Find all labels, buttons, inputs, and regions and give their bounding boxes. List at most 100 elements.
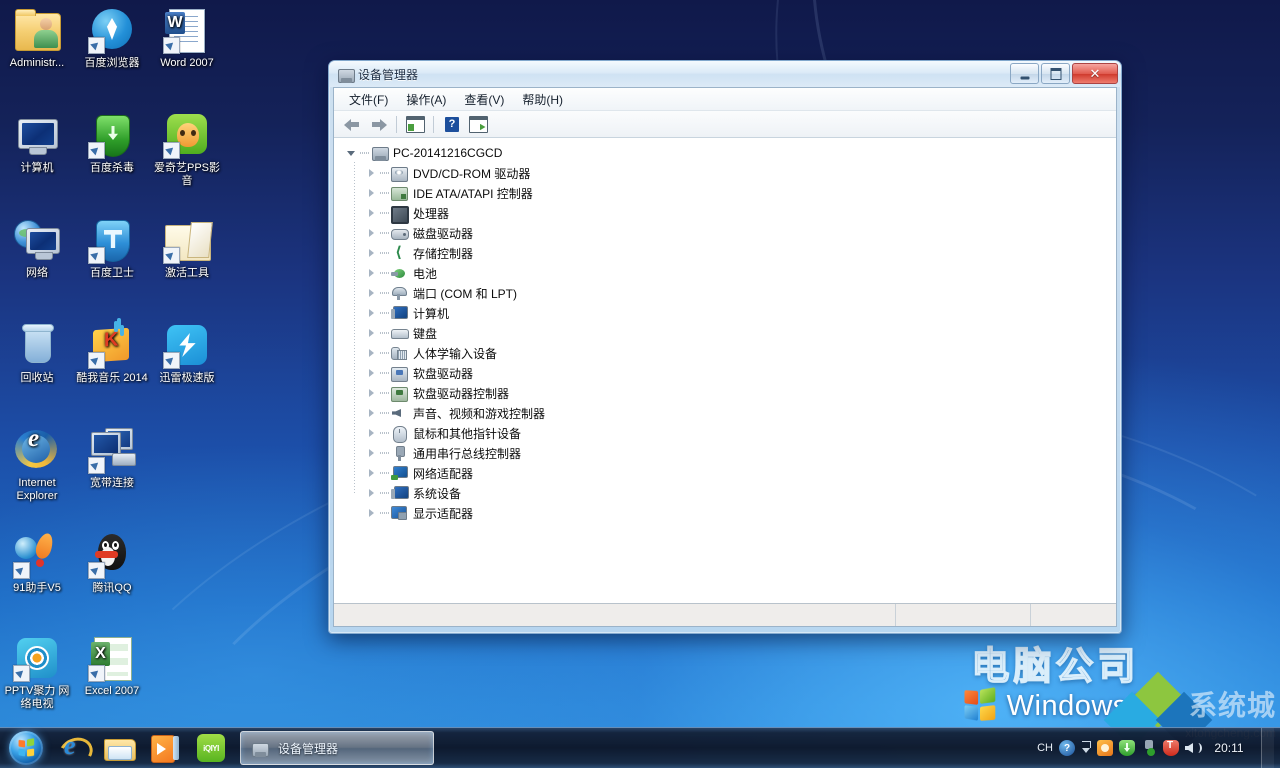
desktop-icon-thunder[interactable]: 迅雷极速版 — [150, 321, 224, 385]
tree-node-dvd[interactable]: DVD/CD-ROM 驱动器 — [342, 163, 1116, 183]
expand-triangle-icon[interactable] — [366, 248, 377, 259]
expand-triangle-icon[interactable] — [366, 348, 377, 359]
windows-brand-text: Windows 7 — [1007, 690, 1148, 723]
expand-triangle-icon[interactable] — [366, 388, 377, 399]
tree-node-ports[interactable]: 端口 (COM 和 LPT) — [342, 283, 1116, 303]
help-button[interactable]: ? — [440, 113, 464, 135]
desktop-icon-baidu-antivirus[interactable]: 百度杀毒 — [75, 111, 149, 175]
quicklaunch-media-player[interactable] — [142, 730, 188, 766]
expand-triangle-icon[interactable] — [366, 188, 377, 199]
quicklaunch-iqiyi[interactable] — [188, 730, 234, 766]
expand-triangle-icon[interactable] — [366, 168, 377, 179]
expand-triangle-icon[interactable] — [366, 408, 377, 419]
tree-node-floppy-controllers[interactable]: 软盘驱动器控制器 — [342, 383, 1116, 403]
show-hidden-icons-chevron-icon[interactable] — [1081, 741, 1091, 755]
tree-node-storage-controllers[interactable]: ⟨ 存储控制器 — [342, 243, 1116, 263]
expand-triangle-icon[interactable] — [346, 148, 357, 159]
tree-node-battery[interactable]: 电池 — [342, 263, 1116, 283]
assistant91-icon — [13, 531, 61, 579]
expand-triangle-icon[interactable] — [366, 228, 377, 239]
tree-node-hid[interactable]: 人体学输入设备 — [342, 343, 1116, 363]
baidu-antivirus-shield-icon[interactable] — [1119, 740, 1135, 756]
desktop-icon-baidu-guard[interactable]: 百度卫士 — [75, 216, 149, 280]
tree-node-computer[interactable]: 计算机 — [342, 303, 1116, 323]
back-button[interactable] — [340, 113, 364, 135]
properties-button[interactable] — [403, 113, 427, 135]
fox-app-icon[interactable] — [1097, 740, 1113, 756]
tree-root-node[interactable]: PC-20141216CGCD — [342, 143, 1116, 163]
desktop-icon-iqiyi-pps[interactable]: 爱奇艺PPS影音 — [150, 111, 224, 188]
desktop-icon-internet-explorer[interactable]: Internet Explorer — [0, 426, 74, 503]
maximize-button[interactable] — [1041, 63, 1070, 84]
desktop-icon-recycle-bin[interactable]: 回收站 — [0, 321, 74, 385]
expand-triangle-icon[interactable] — [366, 428, 377, 439]
device-manager-window[interactable]: 设备管理器 ✕ 文件(F) 操作(A) 查看(V) 帮助(H) ? — [328, 60, 1122, 634]
tree-node-keyboards[interactable]: 键盘 — [342, 323, 1116, 343]
tree-node-mice[interactable]: 鼠标和其他指针设备 — [342, 423, 1116, 443]
tree-node-system-devices[interactable]: 系统设备 — [342, 483, 1116, 503]
tree-node-disk-drives[interactable]: 磁盘驱动器 — [342, 223, 1116, 243]
desktop-icon-excel-2007[interactable]: Excel 2007 — [75, 634, 149, 698]
desktop[interactable]: Administr... 百度浏览器 Word 2007 计算机 百度杀毒 — [0, 0, 1280, 768]
expand-triangle-icon[interactable] — [366, 508, 377, 519]
desktop-icon-pptv[interactable]: PPTV聚力 网络电视 — [0, 634, 74, 711]
volume-speaker-icon[interactable] — [1185, 740, 1201, 756]
expand-triangle-icon[interactable] — [366, 448, 377, 459]
taskbar-button-device-manager[interactable]: 设备管理器 — [240, 731, 434, 765]
security-shield-icon[interactable] — [1163, 740, 1179, 756]
tree-node-floppy-drives[interactable]: 软盘驱动器 — [342, 363, 1116, 383]
start-button[interactable] — [2, 729, 50, 767]
watermark-diamond — [1130, 672, 1187, 729]
desktop-branding: 电脑公司 Windows 7 — [963, 644, 1148, 723]
expand-triangle-icon[interactable] — [366, 308, 377, 319]
expand-triangle-icon[interactable] — [366, 208, 377, 219]
taskbar[interactable]: 设备管理器 CH ? 20:11 — [0, 727, 1280, 768]
desktop-icon-activation-tool[interactable]: 激活工具 — [150, 216, 224, 280]
computer-icon — [391, 305, 408, 321]
tree-node-display-adapters[interactable]: 显示适配器 — [342, 503, 1116, 523]
desktop-icon-label: 迅雷极速版 — [150, 372, 224, 385]
language-indicator[interactable]: CH — [1037, 742, 1053, 754]
expand-triangle-icon[interactable] — [366, 368, 377, 379]
show-hide-console-tree-button[interactable] — [466, 113, 490, 135]
usb-safely-remove-icon[interactable] — [1141, 740, 1157, 756]
expand-triangle-icon[interactable] — [366, 268, 377, 279]
quicklaunch-windows-explorer[interactable] — [96, 730, 142, 766]
desktop-icon-network[interactable]: 网络 — [0, 216, 74, 280]
windows-brand: Windows 7 — [963, 690, 1148, 723]
tree-node-processor[interactable]: 处理器 — [342, 203, 1116, 223]
tree-node-ide-controller[interactable]: IDE ATA/ATAPI 控制器 — [342, 183, 1116, 203]
desktop-icon-91-assistant[interactable]: 91助手V5 — [0, 531, 74, 595]
desktop-icon-administrator[interactable]: Administr... — [0, 6, 74, 70]
desktop-icon-kuwo-music[interactable]: 酷我音乐 2014 — [75, 321, 149, 385]
recycle-bin-icon — [13, 321, 61, 369]
menu-view[interactable]: 查看(V) — [455, 88, 513, 111]
menu-file[interactable]: 文件(F) — [340, 88, 397, 111]
clock[interactable]: 20:11 — [1207, 741, 1251, 755]
desktop-icon-label: Word 2007 — [150, 57, 224, 70]
desktop-icon-broadband-connection[interactable]: 宽带连接 — [75, 426, 149, 490]
minimize-button[interactable] — [1010, 63, 1039, 84]
tree-node-network-adapters[interactable]: 网络适配器 — [342, 463, 1116, 483]
expand-triangle-icon[interactable] — [366, 328, 377, 339]
expand-triangle-icon[interactable] — [366, 288, 377, 299]
menu-action[interactable]: 操作(A) — [397, 88, 455, 111]
window-titlebar[interactable]: 设备管理器 ✕ — [329, 61, 1121, 87]
close-button[interactable]: ✕ — [1072, 63, 1118, 84]
desktop-icon-computer[interactable]: 计算机 — [0, 111, 74, 175]
help-icon[interactable]: ? — [1059, 740, 1075, 756]
desktop-icon-tencent-qq[interactable]: 腾讯QQ — [75, 531, 149, 595]
desktop-icon-baidu-browser[interactable]: 百度浏览器 — [75, 6, 149, 70]
tree-connector — [380, 352, 389, 354]
forward-button[interactable] — [366, 113, 390, 135]
tree-node-sound-video-game[interactable]: 声音、视频和游戏控制器 — [342, 403, 1116, 423]
show-desktop-button[interactable] — [1261, 728, 1274, 768]
desktop-icon-label: 百度浏览器 — [75, 57, 149, 70]
expand-triangle-icon[interactable] — [366, 488, 377, 499]
expand-triangle-icon[interactable] — [366, 468, 377, 479]
device-tree[interactable]: PC-20141216CGCD DVD/CD-ROM 驱动器 IDE ATA/A… — [334, 138, 1116, 603]
menu-help[interactable]: 帮助(H) — [513, 88, 572, 111]
quicklaunch-internet-explorer[interactable] — [50, 730, 96, 766]
desktop-icon-word-2007[interactable]: Word 2007 — [150, 6, 224, 70]
tree-node-usb-controllers[interactable]: 通用串行总线控制器 — [342, 443, 1116, 463]
